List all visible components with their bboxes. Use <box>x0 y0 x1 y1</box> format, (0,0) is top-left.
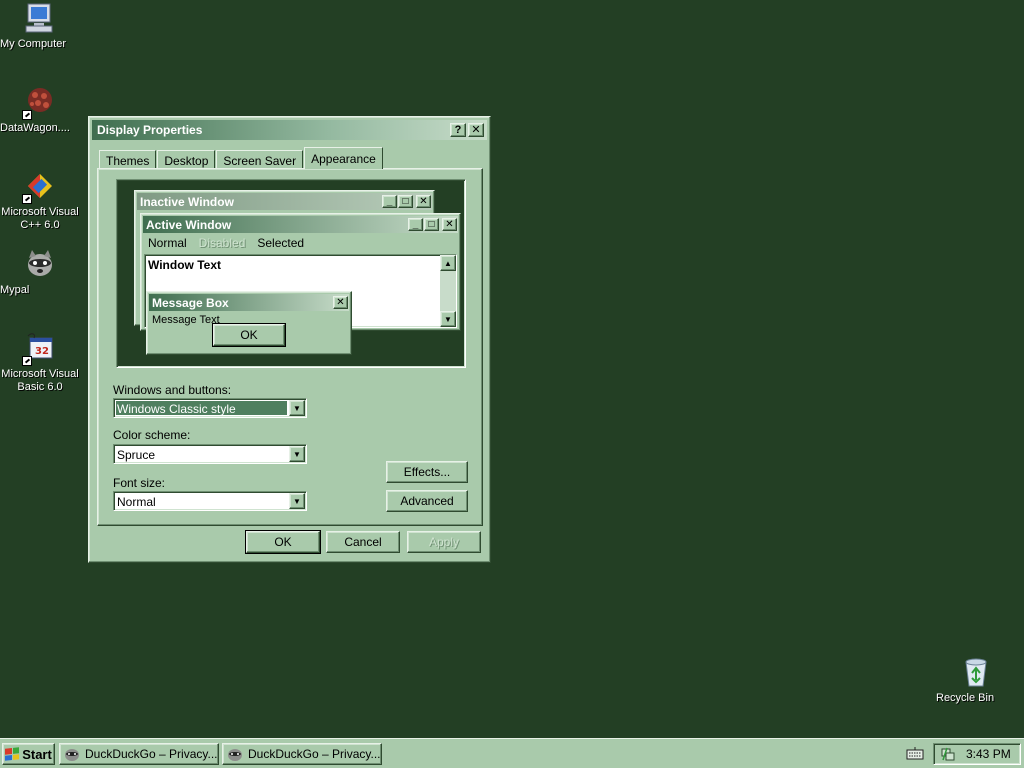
taskbar: Start DuckDuckGo – Privacy... DuckDuckGo… <box>0 738 1024 768</box>
raccoon-icon <box>24 248 56 280</box>
advanced-button-label: Advanced <box>400 494 454 508</box>
start-label: Start <box>22 746 52 762</box>
cancel-button-label: Cancel <box>344 535 382 549</box>
close-button[interactable]: ✕ <box>468 123 484 137</box>
appearance-panel: Inactive Window _ □ ✕ Active Window _ □ … <box>97 168 483 526</box>
font-size-value: Normal <box>117 495 156 509</box>
desktop-icon-label: Microsoft Visual Basic 6.0 <box>1 368 79 393</box>
minimize-icon: _ <box>382 195 397 208</box>
color-scheme-label: Color scheme: <box>113 428 191 442</box>
close-icon: ✕ <box>442 218 457 231</box>
font-size-select[interactable]: Normal ▼ <box>113 491 307 511</box>
desktop-icon-datawagon[interactable]: DataWagon.... <box>0 86 80 134</box>
preview-menu-selected: Selected <box>257 236 305 250</box>
apply-button-label: Apply <box>428 535 460 549</box>
windows-logo-icon <box>5 747 20 761</box>
preview-active-titlebar: Active Window _ □ ✕ <box>143 216 458 233</box>
tab-strip: Themes Desktop Screen Saver Appearance <box>99 147 384 169</box>
font-size-label: Font size: <box>113 476 166 490</box>
tab-desktop[interactable]: Desktop <box>157 150 216 169</box>
desktop-icon-label: Mypal <box>0 284 30 296</box>
desktop-icon-label: Recycle Bin <box>936 692 995 704</box>
color-scheme-select[interactable]: Spruce ▼ <box>113 444 307 464</box>
desktop-icon-label: Microsoft Visual C++ 6.0 <box>1 206 79 231</box>
desktop-icon-label: DataWagon.... <box>0 122 70 134</box>
ok-button-label: OK <box>274 535 292 549</box>
desktop-icon-recycle-bin[interactable]: Recycle Bin <box>936 656 1016 704</box>
cancel-button[interactable]: Cancel <box>326 531 400 553</box>
display-properties-dialog: Display Properties ? ✕ Themes Desktop Sc… <box>88 116 491 563</box>
windows-buttons-select[interactable]: Windows Classic style ▼ <box>113 398 307 418</box>
taskbar-task-1[interactable]: DuckDuckGo – Privacy... <box>59 743 219 765</box>
tab-appearance[interactable]: Appearance <box>304 147 383 169</box>
computer-icon <box>24 2 56 34</box>
shortcut-arrow-icon <box>22 356 32 366</box>
preview-msgbox-title: Message Box <box>152 295 229 310</box>
scroll-down-icon: ▼ <box>440 311 456 327</box>
preview-active-title: Active Window <box>146 217 232 232</box>
shortcut-arrow-icon <box>22 110 32 120</box>
maximize-icon: □ <box>424 218 439 231</box>
raccoon-icon <box>227 747 243 761</box>
datawagon-icon <box>22 86 56 120</box>
advanced-button[interactable]: Advanced <box>386 490 468 512</box>
windows-buttons-label: Windows and buttons: <box>113 383 232 397</box>
task-label: DuckDuckGo – Privacy... <box>248 747 381 761</box>
desktop-icon-label: My Computer <box>0 38 67 50</box>
preview-menu-disabled: Disabled <box>198 236 246 250</box>
tab-themes[interactable]: Themes <box>99 150 157 169</box>
effects-button-label: Effects... <box>403 465 451 479</box>
taskbar-task-2[interactable]: DuckDuckGo – Privacy... <box>222 743 382 765</box>
apply-button[interactable]: Apply <box>407 531 481 553</box>
raccoon-icon <box>64 747 80 761</box>
preview-message-box: Message Box ✕ Message Text OK <box>146 291 352 355</box>
tab-screen-saver[interactable]: Screen Saver <box>216 150 304 169</box>
ok-button[interactable]: OK <box>245 530 321 554</box>
system-tray: 3:43 PM <box>933 743 1021 765</box>
preview-inactive-titlebar: Inactive Window _ □ ✕ <box>137 193 432 210</box>
desktop-icon-mypal[interactable]: Mypal <box>0 248 80 296</box>
chevron-down-icon[interactable]: ▼ <box>289 446 305 462</box>
desktop-icon-my-computer[interactable]: My Computer <box>0 2 80 50</box>
visual-basic-icon: 32 <box>22 332 56 366</box>
start-button[interactable]: Start <box>2 743 55 765</box>
dialog-title: Display Properties <box>97 123 203 137</box>
preview-msgbox-ok: OK <box>212 323 286 347</box>
preview-menu-normal: Normal <box>148 236 187 250</box>
chevron-down-icon[interactable]: ▼ <box>289 400 305 416</box>
clock[interactable]: 3:43 PM <box>966 747 1011 761</box>
preview-window-text: Window Text <box>148 258 221 272</box>
scroll-up-icon: ▲ <box>440 255 456 271</box>
close-icon: ✕ <box>333 296 348 309</box>
preview-menu-bar: Normal Disabled Selected <box>143 233 458 253</box>
visual-cpp-icon <box>22 170 56 204</box>
network-icon[interactable] <box>940 746 956 762</box>
help-button[interactable]: ? <box>450 123 466 137</box>
shortcut-arrow-icon <box>22 194 32 204</box>
dialog-titlebar[interactable]: Display Properties ? ✕ <box>92 120 487 140</box>
preview-msgbox-titlebar: Message Box ✕ <box>149 294 349 311</box>
close-icon: ✕ <box>416 195 431 208</box>
chevron-down-icon[interactable]: ▼ <box>289 493 305 509</box>
maximize-icon: □ <box>398 195 413 208</box>
recycle-bin-icon <box>960 656 992 688</box>
task-label: DuckDuckGo – Privacy... <box>85 747 218 761</box>
desktop-icon-visual-basic[interactable]: 32 Microsoft Visual Basic 6.0 <box>0 332 80 393</box>
keyboard-icon[interactable] <box>906 747 924 761</box>
windows-buttons-value: Windows Classic style <box>116 401 287 416</box>
preview-inactive-title: Inactive Window <box>140 194 234 209</box>
minimize-icon: _ <box>408 218 423 231</box>
effects-button[interactable]: Effects... <box>386 461 468 483</box>
color-scheme-value: Spruce <box>117 448 156 462</box>
preview-scrollbar: ▲ ▼ <box>440 255 456 327</box>
desktop-icon-visual-cpp[interactable]: Microsoft Visual C++ 6.0 <box>0 170 80 231</box>
appearance-preview: Inactive Window _ □ ✕ Active Window _ □ … <box>116 179 466 368</box>
svg-text:32: 32 <box>35 346 49 357</box>
